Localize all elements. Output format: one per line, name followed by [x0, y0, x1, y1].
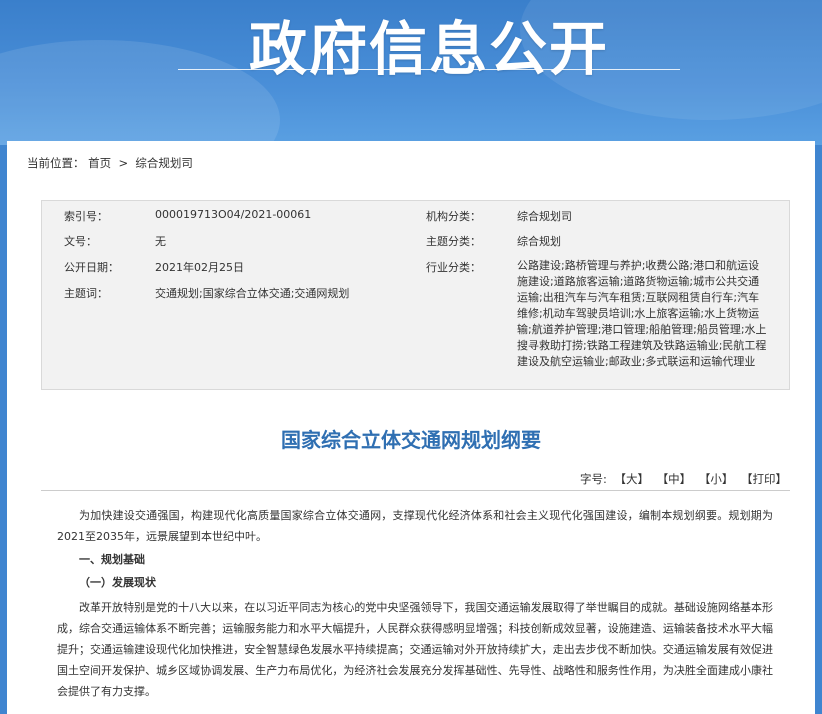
docno-value: 无	[155, 235, 166, 248]
breadcrumb-home-link[interactable]: 首页	[88, 156, 111, 170]
docno-label: 文号：	[64, 235, 97, 248]
header-banner: 政府信息公开	[0, 0, 822, 145]
date-value: 2021年02月25日	[155, 261, 244, 274]
subsection-heading: （一）发展现状	[79, 576, 156, 589]
org-label: 机构分类：	[426, 210, 481, 223]
date-label: 公开日期：	[64, 261, 119, 274]
index-value: 000019713O04/2021-00061	[155, 208, 312, 221]
document-body: 为加快建设交通强国，构建现代化高质量国家综合立体交通网，支撑现代化经济体系和社会…	[57, 505, 773, 702]
topic-value: 综合规划	[517, 235, 561, 248]
index-label: 索引号：	[64, 210, 108, 223]
industry-label: 行业分类：	[426, 261, 481, 274]
content-panel: 当前位置： 首页 > 综合规划司 索引号： 000019713O04/2021-…	[7, 141, 815, 714]
org-value: 综合规划司	[517, 210, 572, 223]
font-size-large-button[interactable]: 【大】	[615, 472, 650, 486]
topic-label: 主题分类：	[426, 235, 481, 248]
document-title: 国家综合立体交通网规划纲要	[281, 428, 541, 452]
keywords-value: 交通规划;国家综合立体交通;交通网规划	[155, 287, 350, 300]
banner-divider	[178, 69, 680, 70]
font-size-label: 字号:	[580, 472, 607, 486]
divider	[41, 490, 790, 491]
font-size-controls: 字号: 【大】 【中】 【小】 【打印】	[580, 471, 787, 487]
breadcrumb-separator: >	[114, 156, 132, 170]
paragraph: 为加快建设交通强国，构建现代化高质量国家综合立体交通网，支撑现代化经济体系和社会…	[57, 509, 773, 543]
industry-value: 公路建设;路桥管理与养护;收费公路;港口和航运设施建设;道路旅客运输;道路货物运…	[517, 259, 767, 368]
banner-title: 政府信息公开	[248, 15, 609, 83]
breadcrumb-prefix: 当前位置：	[27, 156, 85, 170]
font-size-small-button[interactable]: 【小】	[699, 472, 734, 486]
keywords-label: 主题词：	[64, 287, 108, 300]
paragraph: 改革开放特别是党的十八大以来，在以习近平同志为核心的党中央坚强领导下，我国交通运…	[57, 601, 773, 698]
print-button[interactable]: 【打印】	[741, 472, 787, 486]
font-size-medium-button[interactable]: 【中】	[657, 472, 692, 486]
metadata-table: 索引号： 000019713O04/2021-00061 机构分类： 综合规划司…	[41, 200, 790, 390]
breadcrumb: 当前位置： 首页 > 综合规划司	[27, 155, 193, 171]
breadcrumb-current-link[interactable]: 综合规划司	[135, 156, 193, 170]
section-heading: 一、规划基础	[79, 553, 145, 566]
